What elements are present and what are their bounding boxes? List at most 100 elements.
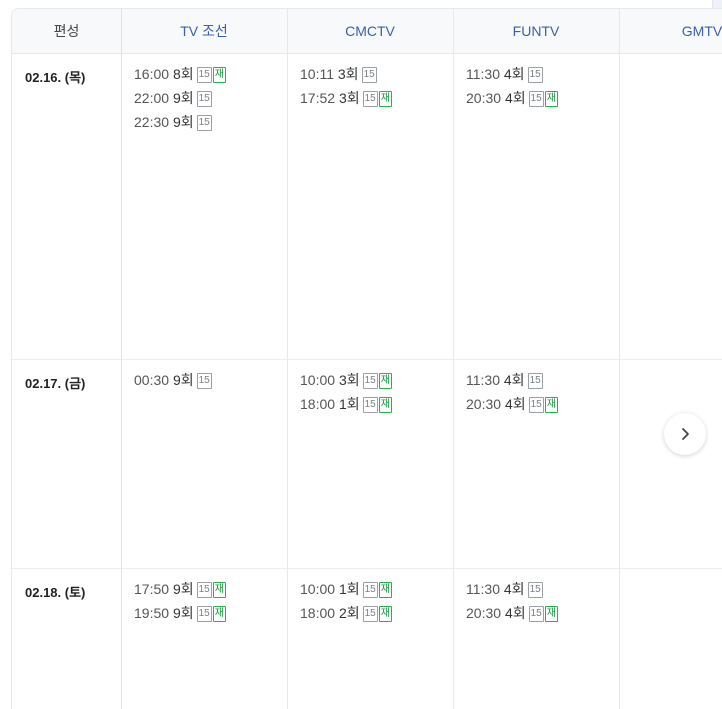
broadcast-entry[interactable]: 22:30 9회 15	[134, 110, 226, 134]
rerun-badge: 재	[378, 582, 392, 599]
age-rating-badge: 15	[362, 91, 378, 108]
schedule-grid: 편성 TV 조선 CMCTV FUNTV GMTV 02.16. (목) 16:…	[11, 8, 722, 709]
age-rating-badge: 15	[528, 606, 544, 623]
broadcast-time: 18:00	[300, 396, 336, 412]
broadcast-entry[interactable]: 20:30 4회 15 재	[466, 392, 558, 416]
broadcast-time: 00:30	[134, 372, 170, 388]
episode-number: 9회	[172, 372, 194, 388]
broadcast-entry[interactable]: 18:00 2회 15 재	[300, 601, 392, 625]
broadcast-time: 16:00	[134, 66, 170, 82]
broadcast-time: 22:00	[134, 90, 170, 106]
date-label: 02.18. (토)	[25, 585, 86, 600]
broadcast-entry[interactable]: 17:52 3회 15 재	[300, 86, 392, 110]
schedule-cell: 10:00 3회 15 재 18:00 1회 15 재	[300, 368, 392, 416]
age-rating-badge: 15	[362, 373, 378, 390]
rerun-badge: 재	[544, 397, 558, 414]
episode-number: 9회	[172, 90, 194, 106]
age-rating-badge: 15	[362, 606, 378, 623]
broadcast-entry[interactable]: 10:11 3회 15	[300, 62, 392, 86]
broadcast-entry[interactable]: 10:00 1회 15 재	[300, 577, 392, 601]
age-rating-badge: 15	[527, 67, 543, 84]
age-rating-badge: 15	[528, 397, 544, 414]
schedule-cell: 10:11 3회 15 17:52 3회 15 재	[300, 62, 392, 110]
rerun-badge: 재	[212, 67, 226, 84]
episode-number: 1회	[338, 581, 360, 597]
age-rating-badge: 15	[361, 67, 377, 84]
schedule-cell: 11:30 4회 15 20:30 4회 15 재	[466, 368, 558, 416]
broadcast-time: 10:00	[300, 581, 336, 597]
schedule-cell: 16:00 8회 15 재 22:00 9회 15 22:30 9회 15	[134, 62, 226, 134]
broadcast-time: 22:30	[134, 114, 170, 130]
episode-number: 4회	[504, 396, 526, 412]
broadcast-entry[interactable]: 22:00 9회 15	[134, 86, 226, 110]
broadcast-time: 17:52	[300, 90, 336, 106]
broadcast-time: 10:00	[300, 372, 336, 388]
broadcast-entry[interactable]: 19:50 9회 15 재	[134, 601, 226, 625]
broadcast-entry[interactable]: 00:30 9회 15	[134, 368, 212, 392]
episode-number: 8회	[172, 66, 194, 82]
episode-number: 3회	[337, 66, 359, 82]
broadcast-entry[interactable]: 18:00 1회 15 재	[300, 392, 392, 416]
row-divider	[12, 568, 722, 569]
channel-header-funtv[interactable]: FUNTV	[453, 9, 619, 53]
age-rating-badge: 15	[196, 91, 212, 108]
rerun-badge: 재	[378, 91, 392, 108]
rerun-badge: 재	[212, 582, 226, 599]
broadcast-entry[interactable]: 20:30 4회 15 재	[466, 86, 558, 110]
channel-header-gmtv[interactable]: GMTV	[619, 9, 722, 53]
schedule-header: 편성 TV 조선 CMCTV FUNTV GMTV	[12, 9, 722, 54]
broadcast-time: 17:50	[134, 581, 170, 597]
broadcast-time: 19:50	[134, 605, 170, 621]
broadcast-entry[interactable]: 11:30 4회 15	[466, 577, 558, 601]
broadcast-entry[interactable]: 20:30 4회 15 재	[466, 601, 558, 625]
broadcast-time: 11:30	[466, 372, 500, 388]
channel-header-tv-chosun[interactable]: TV 조선	[121, 9, 287, 53]
rerun-badge: 재	[544, 91, 558, 108]
episode-number: 9회	[172, 605, 194, 621]
rerun-badge: 재	[544, 606, 558, 623]
rerun-badge: 재	[378, 606, 392, 623]
broadcast-time: 20:30	[466, 90, 502, 106]
broadcast-entry[interactable]: 11:30 4회 15	[466, 62, 558, 86]
broadcast-entry[interactable]: 16:00 8회 15 재	[134, 62, 226, 86]
episode-number: 9회	[172, 581, 194, 597]
broadcast-entry[interactable]: 10:00 3회 15 재	[300, 368, 392, 392]
broadcast-time: 11:30	[466, 581, 500, 597]
age-rating-badge: 15	[196, 373, 212, 390]
episode-number: 1회	[338, 396, 360, 412]
schedule-cell: 10:00 1회 15 재 18:00 2회 15 재	[300, 577, 392, 625]
age-rating-badge: 15	[528, 91, 544, 108]
date-label: 02.17. (금)	[25, 376, 86, 391]
schedule-cell: 11:30 4회 15 20:30 4회 15 재	[466, 62, 558, 110]
episode-number: 4회	[503, 372, 525, 388]
schedule-cell: 17:50 9회 15 재 19:50 9회 15 재	[134, 577, 226, 625]
schedule-cell: 11:30 4회 15 20:30 4회 15 재	[466, 577, 558, 625]
header-label: 편성	[53, 23, 80, 39]
episode-number: 3회	[338, 372, 360, 388]
age-rating-badge: 15	[196, 115, 212, 132]
broadcast-time: 11:30	[466, 66, 500, 82]
age-rating-badge: 15	[362, 397, 378, 414]
channel-header-cmctv[interactable]: CMCTV	[287, 9, 453, 53]
episode-number: 4회	[504, 605, 526, 621]
rerun-badge: 재	[378, 373, 392, 390]
row-divider	[12, 359, 722, 360]
broadcast-entry[interactable]: 17:50 9회 15 재	[134, 577, 226, 601]
broadcast-time: 10:11	[300, 66, 334, 82]
chevron-right-icon	[682, 428, 689, 440]
schedule-cell: 00:30 9회 15	[134, 368, 212, 392]
broadcast-entry[interactable]: 11:30 4회 15	[466, 368, 558, 392]
scrollbar-stub	[712, 0, 722, 8]
episode-number: 9회	[172, 114, 194, 130]
age-rating-badge: 15	[362, 582, 378, 599]
next-button[interactable]	[664, 413, 706, 455]
broadcast-time: 20:30	[466, 605, 502, 621]
age-rating-badge: 15	[196, 606, 212, 623]
broadcast-time: 18:00	[300, 605, 336, 621]
rerun-badge: 재	[212, 606, 226, 623]
age-rating-badge: 15	[527, 582, 543, 599]
episode-number: 2회	[338, 605, 360, 621]
episode-number: 4회	[504, 90, 526, 106]
date-label: 02.16. (목)	[25, 70, 86, 85]
episode-number: 4회	[503, 581, 525, 597]
